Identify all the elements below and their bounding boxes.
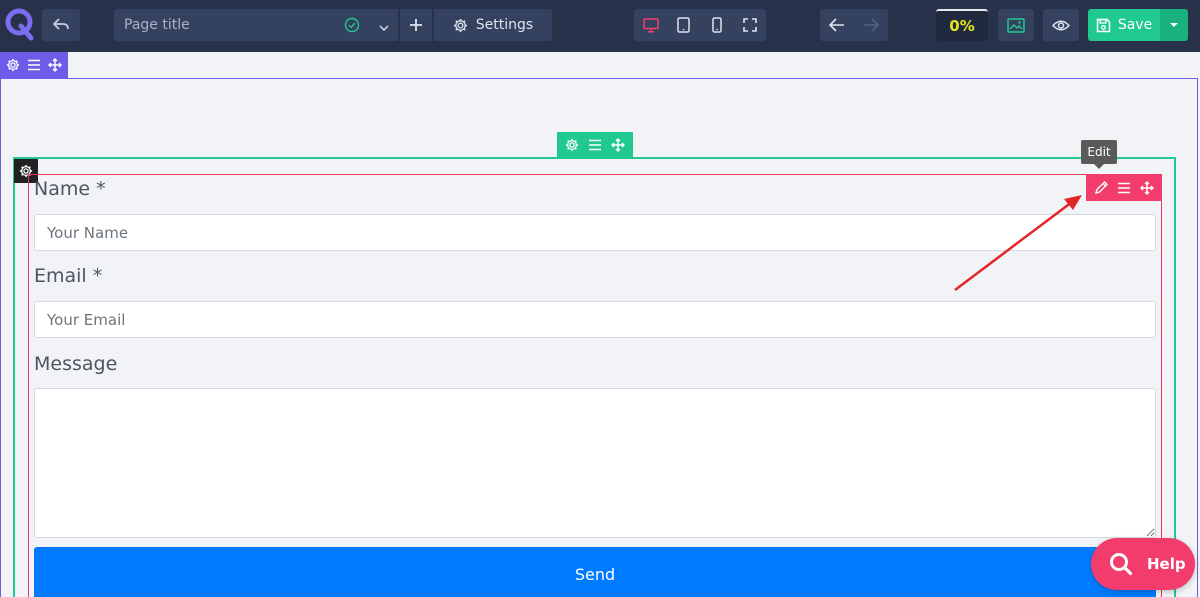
save-label: Save [1117,17,1153,33]
row-toolbar [557,132,633,157]
undo-arrow-icon [53,18,69,30]
tooltip-arrow [1094,164,1104,169]
mobile-icon [711,17,722,33]
save-options-dropdown[interactable] [1160,9,1188,41]
exit-button[interactable] [42,9,80,41]
page-title-field[interactable]: Page title [114,9,398,41]
move-icon[interactable] [1139,180,1154,195]
menu-icon[interactable] [1117,182,1131,194]
fullscreen-button[interactable] [733,9,766,41]
undo-button[interactable] [820,9,854,41]
plus-icon [410,19,422,31]
section-toolbar [0,52,68,78]
eye-icon [1052,20,1070,30]
menu-icon[interactable] [27,59,41,71]
gear-icon[interactable] [565,138,579,152]
preview-button[interactable] [1043,9,1079,41]
edit-tooltip: Edit [1081,140,1117,164]
chevron-down-icon[interactable] [378,19,390,38]
search-icon [1110,553,1133,576]
caret-down-icon [1170,23,1178,27]
tablet-icon [677,17,690,33]
settings-label: Settings [475,17,534,33]
email-input[interactable] [34,301,1156,338]
move-icon[interactable] [610,137,625,152]
page-title-placeholder: Page title [124,17,190,33]
move-icon[interactable] [47,58,62,72]
gear-icon[interactable] [6,58,20,72]
progress-indicator: 0% [936,9,988,41]
arrow-right-icon [864,18,879,32]
redo-button[interactable] [854,9,888,41]
add-page-button[interactable] [400,9,432,41]
element-toolbar [1086,174,1162,201]
pencil-icon[interactable] [1094,180,1109,195]
tablet-view-button[interactable] [667,9,700,41]
save-button[interactable]: Save [1088,9,1160,41]
history-controls [820,9,888,41]
message-label: Message [34,353,118,375]
desktop-icon [642,17,659,33]
image-icon [1007,17,1025,33]
message-textarea[interactable] [34,388,1156,538]
mobile-view-button[interactable] [700,9,733,41]
app-logo-icon[interactable] [4,7,36,41]
email-label: Email * [34,265,103,287]
gear-icon [453,18,467,32]
help-label: Help [1147,555,1186,573]
check-circle-icon [344,17,360,37]
device-switcher [634,9,766,41]
floppy-disk-icon [1096,18,1111,32]
menu-icon[interactable] [588,139,602,151]
fullscreen-icon [742,18,757,32]
media-button[interactable] [998,9,1034,41]
name-input[interactable] [34,214,1156,251]
desktop-view-button[interactable] [634,9,667,41]
help-button[interactable]: Help [1091,538,1195,590]
editor-toolbar: Page title Settings 0% Save [0,0,1200,52]
arrow-left-icon [829,18,844,32]
settings-button[interactable]: Settings [434,9,552,41]
send-button[interactable]: Send [34,547,1156,597]
name-label: Name * [34,178,106,200]
